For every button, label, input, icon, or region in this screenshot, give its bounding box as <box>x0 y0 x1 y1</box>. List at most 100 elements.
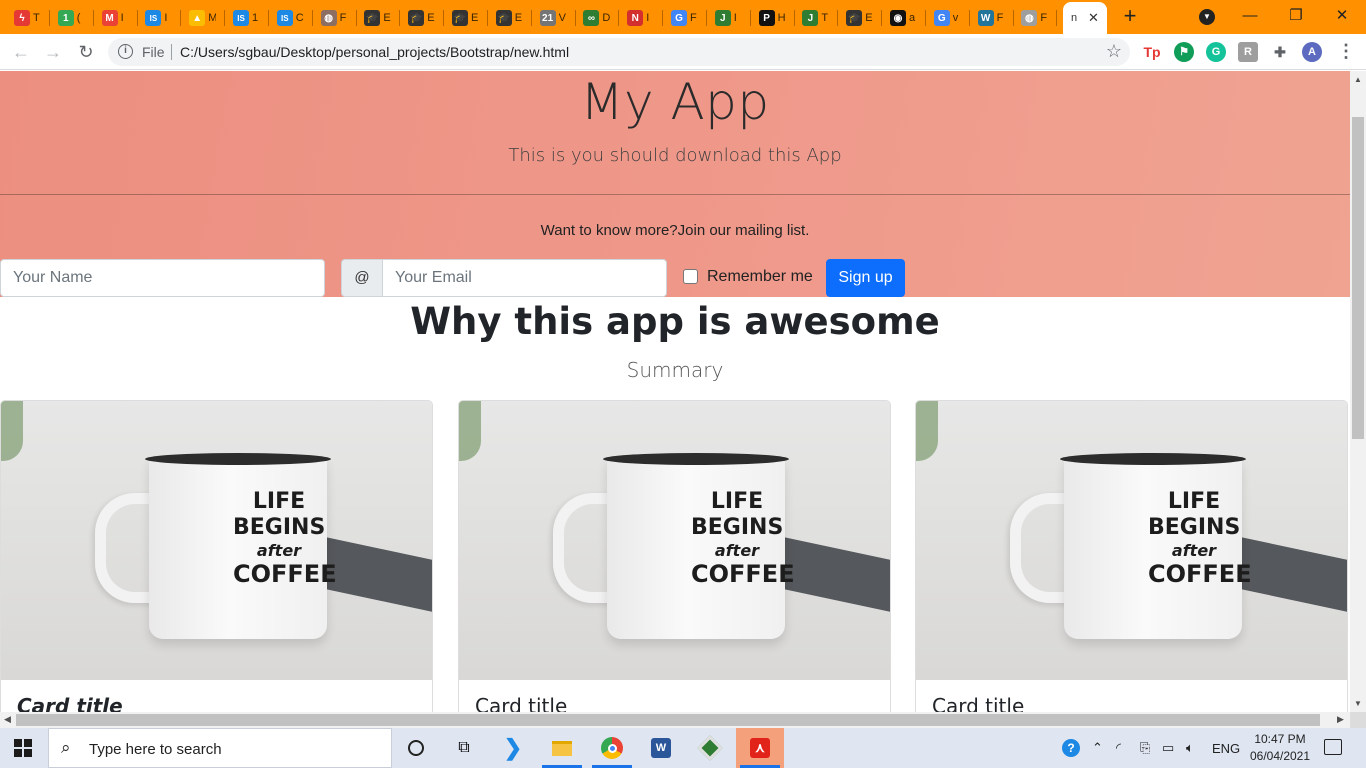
mug-body: LIFE BEGINS after COFFEE <box>145 453 337 639</box>
browser-tab[interactable]: IS 1 <box>229 6 261 30</box>
language-indicator[interactable]: ENG <box>1212 728 1240 768</box>
lightning-icon: ϟ <box>14 10 30 26</box>
browser-tab[interactable]: IS I <box>141 6 173 30</box>
mug-body: LIFE BEGINS after COFFEE <box>1060 453 1252 639</box>
browser-tab[interactable]: 🎓 E <box>842 6 874 30</box>
scroll-down-arrow[interactable]: ▼ <box>1354 699 1362 708</box>
browser-tab[interactable]: NI <box>623 6 655 30</box>
browser-tab[interactable]: ▲ M <box>185 6 217 30</box>
browser-tab[interactable]: 🎓 E <box>492 6 524 30</box>
volume-icon[interactable]: 🔈︎ <box>1186 728 1194 768</box>
url-text[interactable]: C:/Users/sgbau/Desktop/personal_projects… <box>180 44 569 60</box>
horizontal-scrollbar[interactable]: ◀ ▶ <box>0 712 1350 728</box>
browser-tab[interactable]: WF <box>974 6 1006 30</box>
browser-tab[interactable]: 🎓 E <box>360 6 392 30</box>
chrome-icon[interactable] <box>588 728 636 768</box>
browser-tab[interactable]: 🎓 E <box>448 6 480 30</box>
minimize-button[interactable]: — <box>1227 4 1273 28</box>
grammarly-icon[interactable]: G <box>1206 42 1226 62</box>
browser-tab[interactable]: 🎓 E <box>404 6 436 30</box>
bookmark-star-icon[interactable]: ☆ <box>1106 41 1122 62</box>
windows-start-icon[interactable] <box>14 739 32 757</box>
address-bar[interactable]: i File C:/Users/sgbau/Desktop/personal_p… <box>108 38 1130 66</box>
browser-tab[interactable]: IS C <box>273 6 305 30</box>
system-clock[interactable]: 10:47 PM 06/04/2021 <box>1244 731 1316 765</box>
close-window-button[interactable]: ✕ <box>1319 4 1365 28</box>
acrobat-icon[interactable]: ⋏ <box>736 728 784 768</box>
green-flag-extension-icon[interactable]: ⚑ <box>1174 42 1194 62</box>
taskbar-search-box[interactable]: ⌕ Type here to search <box>48 728 392 768</box>
card-title: Card title <box>932 694 1025 712</box>
back-button[interactable]: ← <box>9 40 33 64</box>
scroll-right-arrow[interactable]: ▶ <box>1337 714 1344 725</box>
card-title: Card title <box>475 694 568 712</box>
help-tray-icon[interactable]: ? <box>1062 728 1080 768</box>
remember-me-checkbox[interactable] <box>683 269 698 284</box>
info-icon[interactable]: i <box>118 44 133 59</box>
maximize-button[interactable]: ❐ <box>1273 4 1319 28</box>
vertical-scroll-thumb[interactable] <box>1352 117 1364 439</box>
active-tab[interactable]: n ✕ <box>1063 2 1107 34</box>
remember-me-label[interactable]: Remember me <box>707 268 813 286</box>
word-app-icon[interactable]: W <box>637 728 685 768</box>
sign-up-button[interactable]: Sign up <box>826 259 905 297</box>
browser-tab-title: F <box>996 12 1004 24</box>
task-view-icon[interactable]: ⧉ <box>440 728 488 768</box>
card-title: Card title <box>17 694 123 712</box>
close-tab-icon[interactable]: ✕ <box>1088 10 1099 26</box>
search-icon: ⌕ <box>61 738 71 757</box>
browser-tab-title: I <box>164 12 168 24</box>
show-hidden-icons-icon[interactable]: ⌃ <box>1092 728 1103 768</box>
tab-separator <box>268 10 269 26</box>
green-app-icon[interactable] <box>686 728 734 768</box>
reload-button[interactable]: ↻ <box>74 40 98 64</box>
browser-tab-title: I <box>120 12 124 24</box>
tab-separator <box>136 10 138 26</box>
browser-tab[interactable]: JI <box>711 6 743 30</box>
browser-tab[interactable]: ◍ F <box>1017 6 1049 30</box>
mug-text-line: COFFEE <box>691 560 795 588</box>
browser-tab-title: V <box>558 12 566 24</box>
browser-tab[interactable]: ◍ F <box>317 6 349 30</box>
gmail-icon: M <box>101 10 118 26</box>
r-extension-icon[interactable]: R <box>1238 42 1258 62</box>
notification-center-icon[interactable] <box>1324 739 1342 755</box>
browser-tab[interactable]: ϟT <box>10 6 42 30</box>
browser-tab[interactable]: MI <box>98 6 130 30</box>
scroll-up-arrow[interactable]: ▲ <box>1354 75 1362 84</box>
browser-tab[interactable]: PH <box>755 6 787 30</box>
card-image: LIFE BEGINS after COFFEE <box>1 401 432 680</box>
mug-text-line: BEGINS <box>1148 515 1241 540</box>
forward-button[interactable]: → <box>41 40 65 64</box>
network-icon[interactable]: ◜ <box>1116 728 1121 768</box>
browser-tab-title: C <box>295 12 304 24</box>
vscode-icon[interactable]: ❯ <box>489 728 537 768</box>
vertical-scrollbar[interactable]: ▲ ▼ <box>1350 71 1366 712</box>
browser-tab[interactable]: JT <box>798 6 830 30</box>
scroll-left-arrow[interactable]: ◀ <box>4 714 11 725</box>
browser-tab-title: E <box>427 12 435 24</box>
device-icon[interactable]: ⎘ <box>1140 728 1150 768</box>
infinity-icon: ∞ <box>583 10 600 26</box>
puzzle-icon[interactable]: ✚ <box>1270 42 1290 62</box>
page-title: My App <box>580 73 770 131</box>
browser-tab[interactable]: Gv <box>930 6 962 30</box>
email-input[interactable]: Your Email <box>382 259 667 297</box>
browser-tab[interactable]: ∞ D <box>579 6 611 30</box>
tp-extension-icon[interactable]: Tp <box>1142 42 1162 62</box>
cortana-icon[interactable] <box>392 728 440 768</box>
avatar[interactable]: A <box>1302 42 1322 62</box>
windows-taskbar: ⌕ Type here to search ⧉ ❯ W ⋏ ? ⌃ ◜ ⎘ ▭ … <box>0 728 1366 768</box>
tab-search-icon[interactable]: ▼ <box>1199 9 1215 25</box>
browser-tab[interactable]: 1( <box>54 6 86 30</box>
battery-icon[interactable]: ▭ <box>1162 728 1174 768</box>
browser-tab[interactable]: ◉ a <box>886 6 918 30</box>
browser-tab[interactable]: 21 V <box>536 6 568 30</box>
horizontal-scroll-thumb[interactable] <box>16 714 1320 726</box>
new-tab-button[interactable]: + <box>1119 5 1141 28</box>
browser-tab[interactable]: GF <box>667 6 699 30</box>
browser-menu-icon[interactable]: ⋮ <box>1337 41 1355 62</box>
name-input[interactable]: Your Name <box>0 259 325 297</box>
browser-tab-title: ( <box>76 12 81 24</box>
file-explorer-icon[interactable] <box>538 728 586 768</box>
